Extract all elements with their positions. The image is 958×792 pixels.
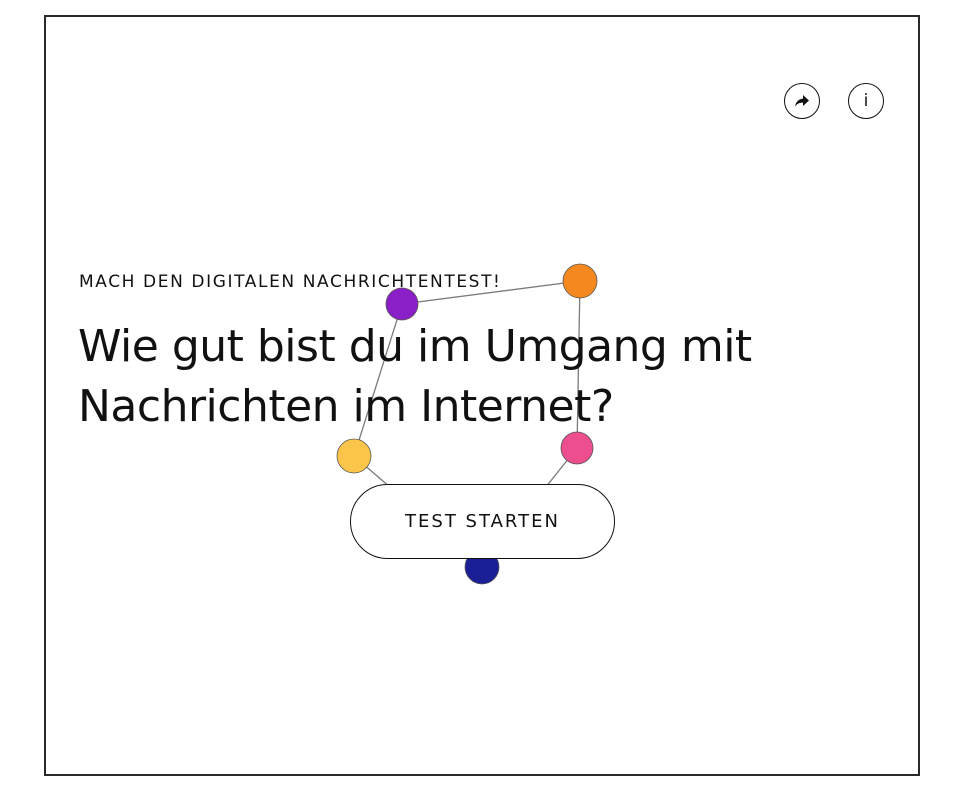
info-icon: i: [863, 90, 869, 111]
node-yellow: [336, 438, 372, 474]
intro-kicker: MACH DEN DIGITALEN NACHRICHTENTEST!: [79, 272, 502, 292]
share-button[interactable]: [784, 83, 820, 119]
node-orange: [562, 263, 598, 299]
start-test-button[interactable]: TEST STARTEN: [350, 484, 615, 559]
info-button[interactable]: i: [848, 83, 884, 119]
node-purple: [385, 287, 419, 321]
quiz-card: i MACH DEN DIGITALEN NACHRICHTENTEST! Wi…: [44, 15, 920, 776]
intro-headline: Wie gut bist du im Umgang mit Nachrichte…: [78, 321, 752, 432]
share-arrow-icon: [795, 95, 809, 107]
